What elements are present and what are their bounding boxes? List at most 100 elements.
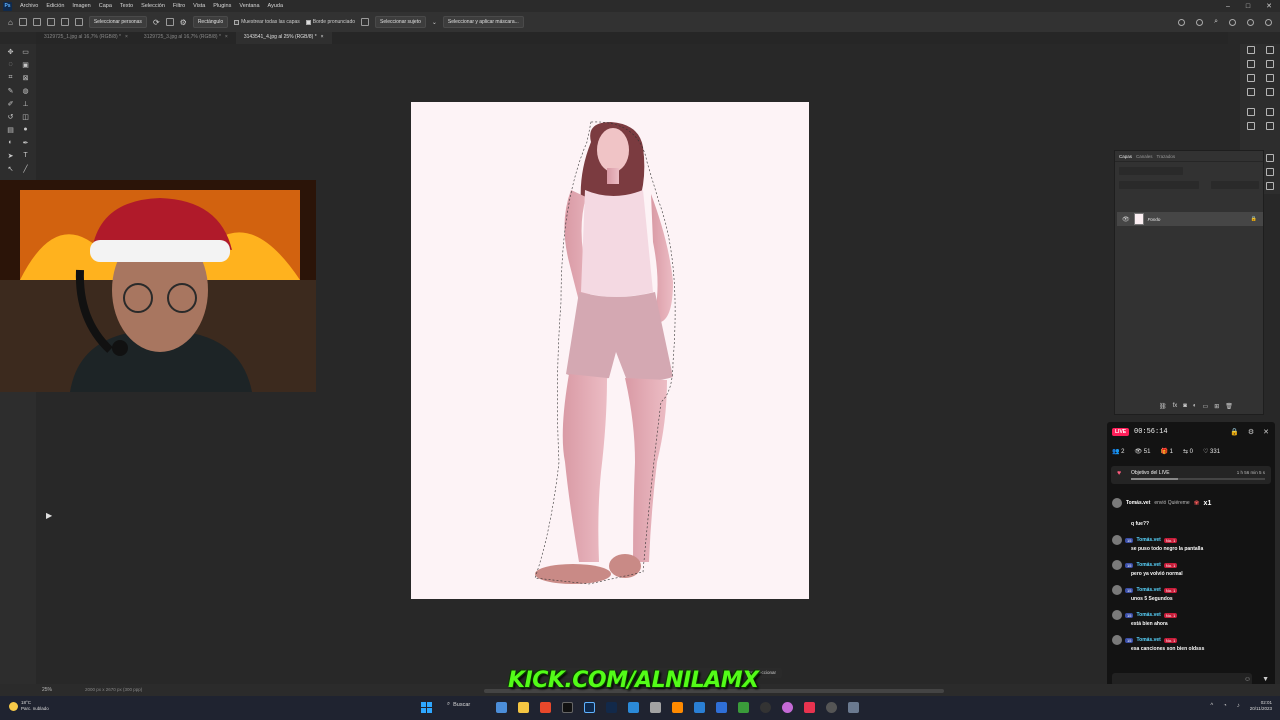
menu-edicion[interactable]: Edición [42,3,68,9]
menu-archivo[interactable]: Archivo [16,3,42,9]
lightbulb-icon[interactable] [1247,18,1254,26]
file-explorer-icon[interactable] [518,702,529,713]
dodge-tool-icon[interactable]: ◐ [6,138,15,147]
lasso-tool-icon[interactable]: ◌ [6,60,15,69]
lock-options[interactable] [1119,195,1259,203]
brush-settings-icon[interactable] [1247,108,1255,116]
properties-icon[interactable] [1266,88,1274,96]
gradients-icon[interactable] [1266,60,1274,68]
layers-app-icon[interactable] [738,702,749,713]
select-people-button[interactable]: Seleccionar personas [88,16,147,28]
history-brush-tool-icon[interactable]: ↺ [6,112,15,121]
artboard-tool-icon[interactable]: ▭ [21,47,30,56]
history-icon[interactable] [1247,46,1255,54]
volume-icon[interactable]: ♪ [1237,703,1240,709]
new-group-icon[interactable]: ▭ [1203,403,1209,410]
lightroom-icon[interactable] [606,702,617,713]
close-tab-icon[interactable]: × [321,34,324,42]
comments-icon[interactable] [1247,88,1255,96]
more-options-icon[interactable] [361,18,370,26]
spot-heal-tool-icon[interactable]: ◍ [21,86,30,95]
new-selection-icon[interactable] [32,18,41,26]
swatches-icon[interactable] [1247,60,1255,68]
menu-texto[interactable]: Texto [116,3,137,9]
menu-filtro[interactable]: Filtro [169,3,189,9]
share-icon[interactable] [1178,18,1186,26]
bridge-icon[interactable] [562,702,573,713]
start-button[interactable] [421,702,432,713]
sample-all-layers-checkbox[interactable]: Muestrear todas las capas [234,19,300,25]
tab-canales[interactable]: Canales [1136,154,1153,159]
add-selection-icon[interactable] [46,18,55,26]
paragraph-icon[interactable] [1247,122,1255,130]
tab-capas[interactable]: Capas [1119,154,1132,159]
telegram-icon[interactable] [628,702,639,713]
blur-tool-icon[interactable]: ● [21,125,30,134]
libraries-icon[interactable] [1266,122,1274,130]
docs-icon[interactable] [716,702,727,713]
panels-icon[interactable] [1265,18,1272,26]
calculator-icon[interactable] [694,702,705,713]
menu-seleccion[interactable]: Selección [137,3,169,9]
select-mask-button[interactable]: Seleccionar y aplicar máscara... [442,16,524,28]
layers-icon[interactable] [1266,154,1274,162]
stamp-tool-icon[interactable]: ⊥ [21,99,30,108]
brave-icon[interactable] [540,702,551,713]
intersect-selection-icon[interactable] [74,18,83,26]
channels-icon[interactable] [1266,168,1274,176]
home-icon[interactable]: ⌂ [8,18,13,27]
media-player-icon[interactable] [760,702,771,713]
eraser-tool-icon[interactable]: ◫ [21,112,30,121]
play-icon[interactable]: ▶ [46,511,58,523]
chevron-up-icon[interactable]: ^ [1210,703,1213,709]
info-icon[interactable] [1247,74,1255,82]
gradient-tool-icon[interactable]: ▤ [6,125,15,134]
workspace-icon[interactable] [1229,18,1236,26]
delete-layer-icon[interactable]: 🗑 [1225,403,1233,410]
subtract-selection-icon[interactable] [60,18,69,26]
tab-document-1[interactable]: 3129725_1.jpg al 16,7% (RGB/8) * × [36,32,136,44]
select-subject-button[interactable]: Seleccionar sujeto [375,16,426,28]
type-tool-icon[interactable]: T [21,151,30,160]
menu-ventana[interactable]: Ventana [235,3,263,9]
taskbar-search[interactable]: ⌕ Buscar [447,701,470,708]
search-app-icon[interactable] [672,702,683,713]
tiktok-icon[interactable] [804,702,815,713]
settings-gear-icon[interactable]: ⚙ [180,18,187,27]
emoji-icon[interactable]: ☺ [1244,676,1251,683]
obs-icon[interactable] [826,702,837,713]
weather-widget[interactable]: 18°C Parc. nublado [9,700,49,712]
layer-row-fondo[interactable]: 👁 Fondo 🔒 [1117,212,1263,226]
link-layers-icon[interactable]: ⛓ [1159,403,1167,410]
paths-icon[interactable] [1266,182,1274,190]
shape-select[interactable]: Rectángulo [192,16,229,28]
new-layer-icon[interactable]: ⊞ [1214,403,1219,410]
search-icon[interactable]: ⌕ [1214,18,1218,26]
adjustments-icon[interactable] [1266,108,1274,116]
blend-mode-select[interactable] [1119,181,1199,189]
tab-document-2[interactable]: 3129725_3.jpg al 16,7% (RGB/8) * × [136,32,236,44]
lock-icon[interactable]: 🔒 [1230,428,1239,436]
menu-ayuda[interactable]: Ayuda [264,3,288,9]
settings-icon[interactable]: ⚙ [1248,428,1254,436]
app-icon[interactable] [650,702,661,713]
document-info[interactable]: 2000 px x 2670 px (300 ppp) [85,687,142,692]
close-tab-icon[interactable]: × [225,34,228,42]
move-tool-icon[interactable]: ✥ [6,47,15,56]
maximize-icon[interactable]: □ [1246,3,1250,10]
minimize-icon[interactable]: – [1226,3,1230,10]
patterns-icon[interactable] [1266,74,1274,82]
close-tab-icon[interactable]: × [125,34,128,42]
system-clock[interactable]: 02:01 20/11/2023 [1250,700,1272,712]
menu-imagen[interactable]: Imagen [68,3,94,9]
layer-style-icon[interactable]: fx [1173,403,1178,410]
tab-trazados[interactable]: Trazados [1157,154,1176,159]
chevron-down-icon[interactable]: ⌄ [432,19,437,26]
close-icon[interactable]: ✕ [1266,2,1272,10]
network-icon[interactable]: ◔ [1223,703,1227,709]
hard-edge-checkbox[interactable]: Borde pronunciado [305,19,355,25]
document-canvas[interactable] [411,102,809,599]
layer-filter-input[interactable] [1119,167,1183,175]
menu-plugins[interactable]: Plugins [209,3,235,9]
line-tool-icon[interactable]: ╱ [21,164,30,173]
